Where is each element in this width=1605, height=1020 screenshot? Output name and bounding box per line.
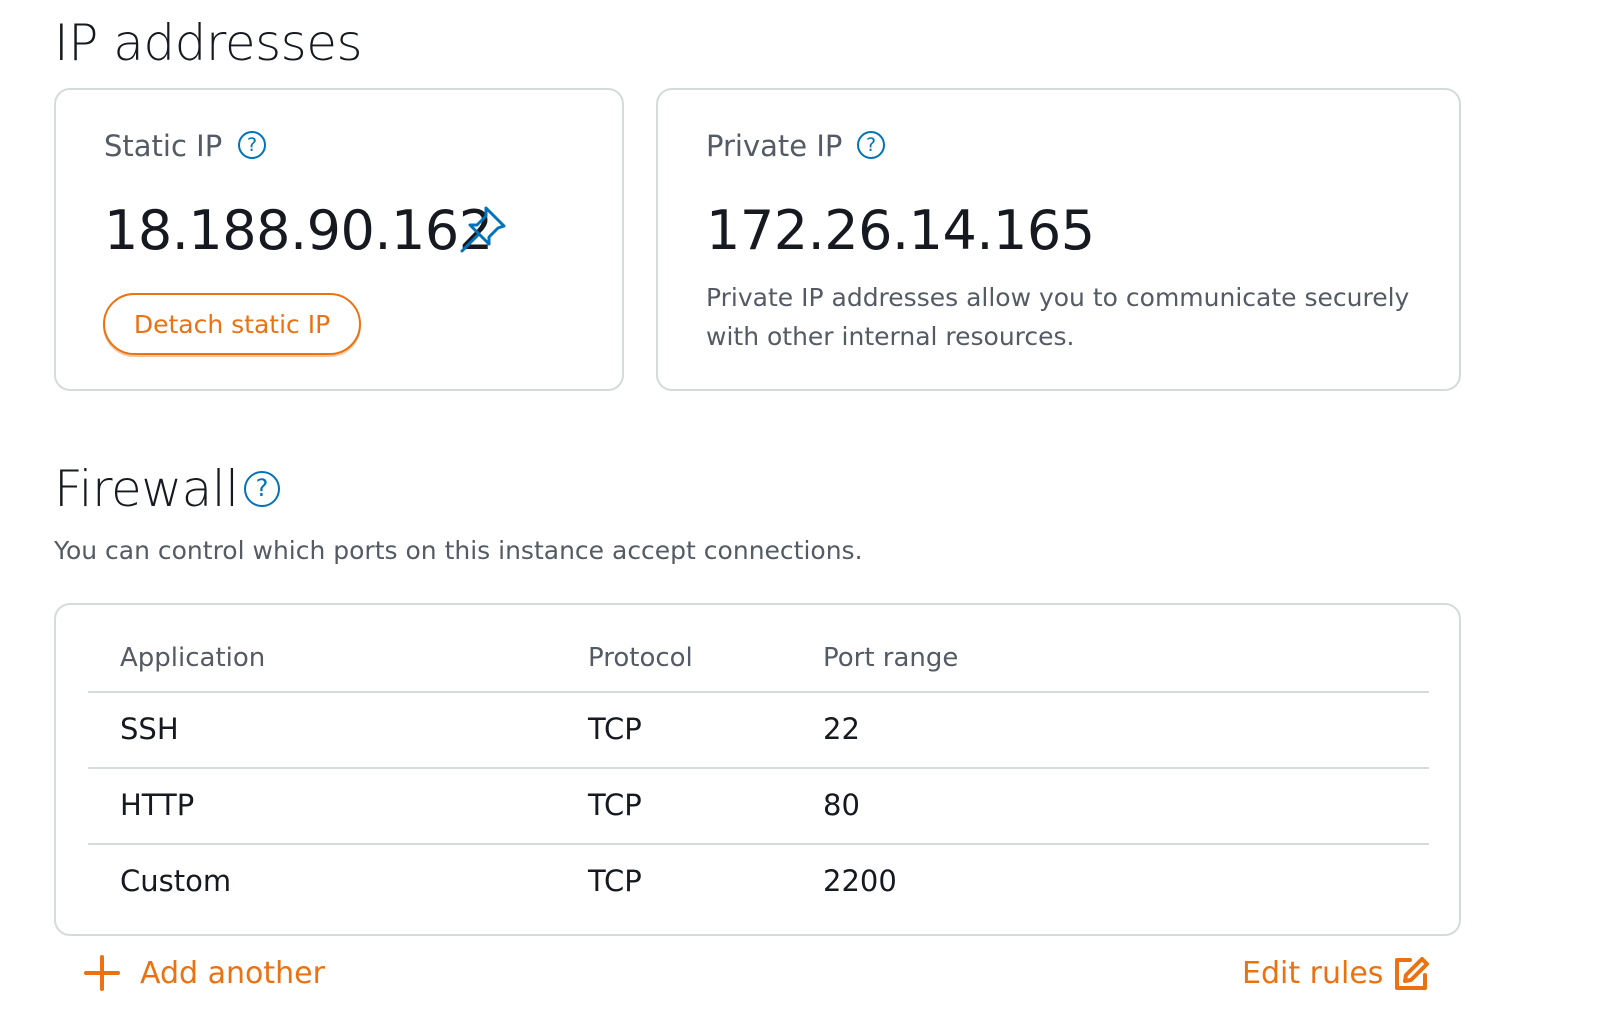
table-row: HTTP TCP 80	[88, 769, 1429, 843]
private-ip-description: Private IP addresses allow you to commun…	[706, 283, 1410, 351]
edit-rules-label: Edit rules	[1242, 956, 1384, 991]
private-ip-value: 172.26.14.165	[706, 199, 1095, 262]
pin-icon[interactable]	[456, 202, 512, 254]
private-ip-card: Private IP ? 172.26.14.165 Private IP ad…	[656, 88, 1461, 391]
row-protocol: TCP	[588, 712, 642, 746]
column-header-application: Application	[120, 643, 266, 673]
table-row: SSH TCP 22	[88, 693, 1429, 767]
plus-icon	[84, 955, 120, 991]
static-ip-card: Static IP ? 18.188.90.162 Detach static …	[54, 88, 624, 391]
row-protocol: TCP	[588, 864, 642, 898]
column-header-port-range: Port range	[823, 643, 959, 673]
firewall-table: Application Protocol Port range SSH TCP …	[54, 603, 1461, 936]
static-ip-help-icon[interactable]: ?	[238, 131, 266, 159]
row-application: HTTP	[120, 788, 195, 822]
detach-static-ip-button[interactable]: Detach static IP	[103, 293, 361, 355]
firewall-help-icon[interactable]: ?	[244, 471, 280, 507]
row-application: SSH	[120, 712, 179, 746]
edit-rules-link[interactable]: Edit rules	[1242, 955, 1432, 995]
column-header-protocol: Protocol	[588, 643, 693, 673]
edit-icon	[1392, 955, 1430, 993]
row-port-range: 80	[823, 788, 860, 822]
firewall-title: Firewall	[54, 460, 239, 518]
row-port-range: 2200	[823, 864, 897, 898]
add-another-label: Add another	[140, 956, 325, 991]
ip-addresses-title: IP addresses	[54, 14, 363, 72]
static-ip-label: Static IP	[104, 129, 223, 163]
row-port-range: 22	[823, 712, 860, 746]
private-ip-help-icon[interactable]: ?	[857, 131, 885, 159]
private-ip-label: Private IP	[706, 129, 843, 163]
row-application: Custom	[120, 864, 232, 898]
static-ip-value: 18.188.90.162	[104, 199, 493, 262]
row-protocol: TCP	[588, 788, 642, 822]
firewall-description: You can control which ports on this inst…	[54, 536, 863, 565]
table-row: Custom TCP 2200	[88, 845, 1429, 919]
